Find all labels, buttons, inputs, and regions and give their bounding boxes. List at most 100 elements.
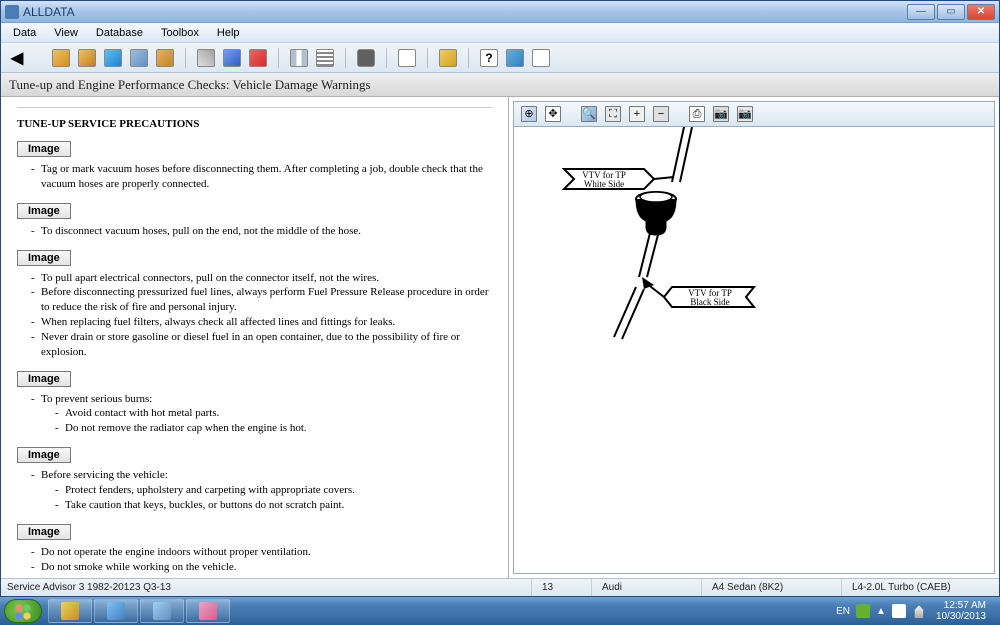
tool-book-icon[interactable] <box>129 48 149 68</box>
precaution-text: Never drain or store gasoline or diesel … <box>31 330 492 360</box>
toolbar-sep <box>345 48 346 68</box>
status-page: 13 <box>531 579 591 596</box>
main-toolbar: ◀ ? <box>1 43 999 73</box>
precaution-lead: To prevent serious burns: <box>41 393 152 405</box>
page-heading: Tune-up and Engine Performance Checks: V… <box>9 77 371 93</box>
window-controls: — ▭ ✕ <box>907 4 995 20</box>
maximize-button[interactable]: ▭ <box>937 4 965 20</box>
tool-briefcase-icon[interactable] <box>77 48 97 68</box>
tool-magnify-icon[interactable] <box>505 48 525 68</box>
precaution-lead: Before servicing the vehicle: <box>41 469 168 481</box>
toolbar-sep <box>468 48 469 68</box>
tool-document-icon[interactable] <box>155 48 175 68</box>
tool-columns-icon[interactable] <box>289 48 309 68</box>
system-tray: EN ▲ 12:57 AM 10/30/2013 <box>830 600 996 622</box>
image-button[interactable]: Image <box>17 447 71 463</box>
precaution-text: Before servicing the vehicle: Protect fe… <box>31 468 492 513</box>
content-area: TUNE-UP SERVICE PRECAUTIONS Image Tag or… <box>1 97 999 578</box>
precaution-text: Do not smoke while working on the vehicl… <box>31 560 492 575</box>
precaution-text: When replacing fuel filters, always chec… <box>31 315 492 330</box>
article-pane[interactable]: TUNE-UP SERVICE PRECAUTIONS Image Tag or… <box>1 97 509 578</box>
tool-print2-icon[interactable] <box>531 48 551 68</box>
tool-camera-icon[interactable] <box>356 48 376 68</box>
diagram-label: Black Side <box>690 297 729 307</box>
image-button[interactable]: Image <box>17 141 71 157</box>
app-window: ALLDATA — ▭ ✕ Data View Database Toolbox… <box>0 0 1000 597</box>
status-model: A4 Sedan (8K2) <box>701 579 841 596</box>
precaution-sub: Do not remove the radiator cap when the … <box>55 421 492 436</box>
menu-data[interactable]: Data <box>5 25 44 41</box>
status-engine: L4-2.0L Turbo (CAEB) <box>841 579 999 596</box>
task-item[interactable] <box>94 599 138 623</box>
status-make: Audi <box>591 579 701 596</box>
precaution-text: Tag or mark vacuum hoses before disconne… <box>31 162 492 192</box>
tool-vehicle-icon[interactable] <box>103 48 123 68</box>
window-title: ALLDATA <box>23 5 907 19</box>
image-pane: ⊕ ✥ 🔍 ⛶ + − ⎙ 📷 📷 VTV for TP <box>509 97 999 578</box>
back-button[interactable]: ◀ <box>7 48 27 68</box>
precaution-text: To disconnect vacuum hoses, pull on the … <box>31 224 492 239</box>
print-image-icon[interactable]: ⎙ <box>688 105 706 123</box>
breadcrumb: Tune-up and Engine Performance Checks: V… <box>1 73 999 97</box>
toolbar-sep <box>427 48 428 68</box>
tool-arrow-icon[interactable] <box>196 48 216 68</box>
start-button[interactable] <box>4 599 42 623</box>
menu-toolbox[interactable]: Toolbox <box>153 25 207 41</box>
tool-newcar-icon[interactable] <box>222 48 242 68</box>
camera-icon[interactable]: 📷 <box>712 105 730 123</box>
clock-date: 10/30/2013 <box>936 611 986 622</box>
tool-help-icon[interactable]: ? <box>479 48 499 68</box>
article-title: TUNE-UP SERVICE PRECAUTIONS <box>17 118 492 130</box>
tray-chevron-icon[interactable]: ▲ <box>876 606 886 617</box>
status-bar: Service Advisor 3 1982-20123 Q3-13 13 Au… <box>1 578 999 596</box>
zoom-plus-icon[interactable]: + <box>628 105 646 123</box>
image-button[interactable]: Image <box>17 371 71 387</box>
precaution-sub: Take caution that keys, buckles, or butt… <box>55 498 492 513</box>
clock-time: 12:57 AM <box>936 600 986 611</box>
task-item[interactable] <box>186 599 230 623</box>
task-item[interactable] <box>48 599 92 623</box>
zoom-in-icon[interactable]: ⊕ <box>520 105 538 123</box>
zoom-fit-icon[interactable]: ⛶ <box>604 105 622 123</box>
vacuum-hose-diagram: VTV for TP White Side VTV for TP Black S… <box>554 127 814 367</box>
toolbar-sep <box>278 48 279 68</box>
diagram-viewport[interactable]: VTV for TP White Side VTV for TP Black S… <box>513 127 995 574</box>
minimize-button[interactable]: — <box>907 4 935 20</box>
tray-flag-icon[interactable] <box>892 604 906 618</box>
tool-gear-icon[interactable] <box>51 48 71 68</box>
image-toolbar: ⊕ ✥ 🔍 ⛶ + − ⎙ 📷 📷 <box>513 101 995 127</box>
tool-list-icon[interactable] <box>315 48 335 68</box>
image-button[interactable]: Image <box>17 203 71 219</box>
precaution-text: To pull apart electrical connectors, pul… <box>31 271 492 286</box>
menu-database[interactable]: Database <box>88 25 151 41</box>
tool-car-red-icon[interactable] <box>248 48 268 68</box>
menu-help[interactable]: Help <box>209 25 248 41</box>
menu-bar: Data View Database Toolbox Help <box>1 23 999 43</box>
pan-icon[interactable]: ✥ <box>544 105 562 123</box>
precaution-text: To prevent serious burns: Avoid contact … <box>31 392 492 437</box>
clock[interactable]: 12:57 AM 10/30/2013 <box>932 600 990 622</box>
toolbar-sep <box>185 48 186 68</box>
image-button[interactable]: Image <box>17 524 71 540</box>
menu-view[interactable]: View <box>46 25 86 41</box>
tool-folder-icon[interactable] <box>438 48 458 68</box>
task-item[interactable] <box>140 599 184 623</box>
zoom-region-icon[interactable]: 🔍 <box>580 105 598 123</box>
task-items <box>48 599 830 623</box>
toolbar-sep <box>386 48 387 68</box>
taskbar: EN ▲ 12:57 AM 10/30/2013 <box>0 597 1000 625</box>
precaution-sub: Protect fenders, upholstery and carpetin… <box>55 483 492 498</box>
snapshot-icon[interactable]: 📷 <box>736 105 754 123</box>
precaution-text: Do not operate the engine indoors withou… <box>31 545 492 560</box>
status-advisor: Service Advisor 3 1982-20123 Q3-13 <box>1 582 531 593</box>
diagram-label: White Side <box>584 179 624 189</box>
title-bar: ALLDATA — ▭ ✕ <box>1 1 999 23</box>
language-indicator[interactable]: EN <box>836 606 850 617</box>
tray-icon[interactable] <box>856 604 870 618</box>
image-button[interactable]: Image <box>17 250 71 266</box>
tray-volume-icon[interactable] <box>912 604 926 618</box>
precaution-text: Before disconnecting pressurized fuel li… <box>31 285 492 315</box>
tool-print-icon[interactable] <box>397 48 417 68</box>
close-button[interactable]: ✕ <box>967 4 995 20</box>
zoom-minus-icon[interactable]: − <box>652 105 670 123</box>
